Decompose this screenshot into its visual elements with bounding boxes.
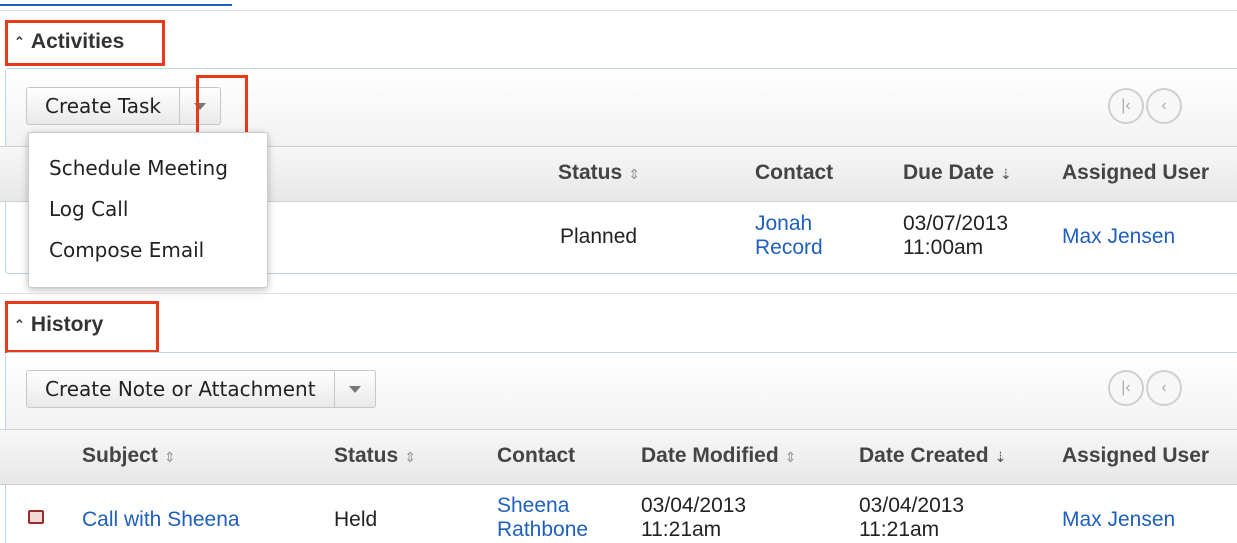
history-pager: |‹ ‹ [1108, 370, 1182, 406]
sort-desc-icon: ⇣ [1000, 166, 1012, 182]
highlight-history-title [5, 301, 159, 353]
create-task-button[interactable]: Create Task [27, 88, 180, 124]
divider [0, 10, 1237, 11]
column-header-subject[interactable]: Subject ⇕ [82, 444, 176, 468]
status-value: Planned [560, 225, 638, 248]
assigned-user-link[interactable]: Max Jensen [1062, 225, 1175, 249]
date-modified-value: 03/04/2013 11:21am [641, 494, 747, 541]
sort-icon: ⇕ [628, 166, 640, 182]
previous-page-icon[interactable]: ‹ [1146, 88, 1182, 124]
divider [0, 293, 1237, 294]
menu-item-schedule-meeting[interactable]: Schedule Meeting [29, 153, 267, 194]
first-page-icon[interactable]: |‹ [1108, 370, 1144, 406]
column-header-date-modified[interactable]: Date Modified ⇕ [641, 444, 796, 468]
column-header-contact: Contact [497, 444, 576, 467]
highlight-activities-title [5, 20, 165, 66]
contact-link[interactable]: Sheena Rathbone [497, 494, 588, 542]
first-page-icon[interactable]: |‹ [1108, 88, 1144, 124]
column-header-status[interactable]: Status ⇕ [334, 444, 416, 468]
caret-down-icon [348, 385, 361, 393]
highlight-dropdown-toggle [196, 75, 248, 135]
column-header-contact: Contact [755, 161, 834, 184]
sort-icon: ⇕ [404, 449, 416, 465]
call-icon [28, 510, 44, 524]
date-created-value: 03/04/2013 11:21am [859, 494, 965, 541]
previous-page-icon[interactable]: ‹ [1146, 370, 1182, 406]
create-note-button-group: Create Note or Attachment [26, 370, 376, 408]
column-header-due-date[interactable]: Due Date ⇣ [903, 161, 1012, 185]
create-task-button-group: Create Task [26, 87, 221, 125]
due-date-value: 03/07/2013 11:00am [903, 212, 1009, 259]
menu-item-compose-email[interactable]: Compose Email [29, 235, 267, 276]
top-link-underline [0, 0, 232, 6]
column-header-assigned-user: Assigned User [1062, 444, 1210, 467]
history-table-header: Subject ⇕ Status ⇕ Contact Date Modified ⇕ … [0, 429, 1237, 485]
sort-icon: ⇕ [784, 449, 797, 465]
sort-desc-icon: ⇣ [994, 449, 1007, 465]
create-note-button[interactable]: Create Note or Attachment [27, 371, 335, 407]
create-task-dropdown-menu: Schedule Meeting Log Call Compose Email [28, 132, 268, 288]
column-header-date-created[interactable]: Date Created ⇣ [859, 444, 1006, 468]
assigned-user-link[interactable]: Max Jensen [1062, 508, 1175, 532]
menu-item-log-call[interactable]: Log Call [29, 194, 267, 235]
create-note-dropdown-toggle[interactable] [335, 371, 375, 407]
activities-pager: |‹ ‹ [1108, 88, 1182, 124]
sort-icon: ⇕ [163, 449, 176, 465]
contact-link[interactable]: Jonah Record [755, 212, 823, 260]
status-value: Held [334, 508, 378, 531]
column-header-assigned-user: Assigned User [1062, 161, 1210, 184]
subject-link[interactable]: Call with Sheena [82, 508, 240, 532]
column-header-status[interactable]: Status ⇕ [558, 161, 640, 185]
